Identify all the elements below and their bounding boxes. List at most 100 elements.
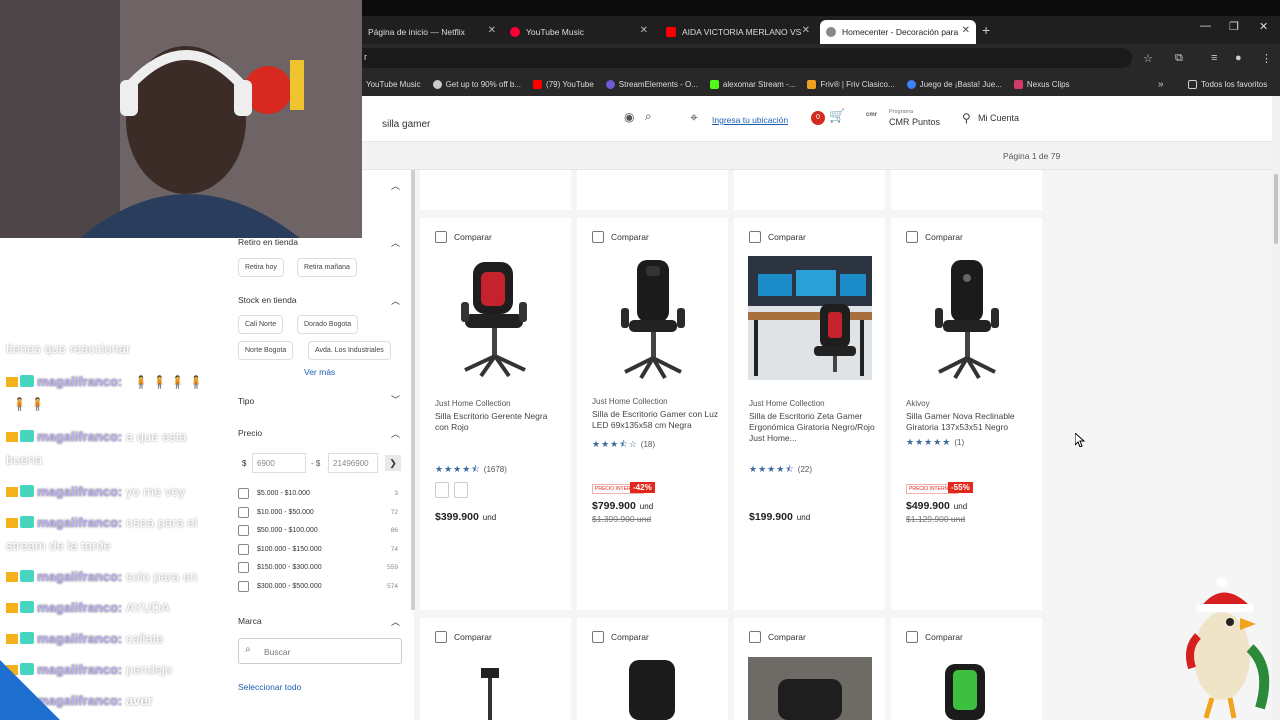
compare-toggle[interactable]: Comparar (906, 231, 963, 243)
product-name[interactable]: Silla de Escritorio Gamer con Luz LED 69… (592, 409, 720, 431)
product-image-office-chair[interactable] (617, 660, 687, 720)
chevron-down-icon[interactable]: ﹀ (391, 393, 400, 406)
new-tab-button[interactable]: + (982, 22, 990, 38)
media-icon[interactable]: ≡ (1211, 52, 1217, 64)
checkbox[interactable] (238, 524, 249, 536)
tab-aida[interactable]: AIDA VICTORIA MERLANO VS ✕ (660, 20, 816, 44)
compare-toggle[interactable]: Comparar (906, 631, 963, 643)
close-window-icon[interactable]: ✕ (1259, 20, 1268, 33)
bookmark-friv[interactable]: Friv® | Friv Clasico... (807, 79, 895, 89)
chip-store[interactable]: Avda. Los Industriales (308, 341, 391, 360)
product-name[interactable]: Silla Escritorio Gerente Negra con Rojo (435, 411, 563, 433)
compare-toggle[interactable]: Comparar (749, 631, 806, 643)
stock-filter-title[interactable]: Stock en tienda (238, 295, 297, 305)
close-tab-icon[interactable]: ✕ (488, 25, 496, 36)
checkbox[interactable] (238, 561, 249, 573)
price-range-option[interactable]: $100.000 - $150.000 74 (238, 541, 398, 557)
chevron-up-icon[interactable]: ︿ (391, 294, 400, 307)
cart-icon[interactable]: 🛒 (829, 108, 845, 124)
price-min-input[interactable]: 6900 (252, 453, 306, 473)
chip-store[interactable]: Norte Bogota (238, 341, 294, 360)
address-bar[interactable]: r (362, 48, 1132, 68)
product-image-green-gamer-chair[interactable] (935, 664, 995, 720)
brand-search-input[interactable]: ⌕ Buscar (238, 638, 402, 664)
close-tab-icon[interactable]: ✕ (962, 25, 970, 36)
product-image-gamer-chair[interactable] (617, 258, 689, 382)
product-name[interactable]: Silla Gamer Nova Reclinable Giratoria 13… (906, 411, 1034, 433)
bookmark-basta[interactable]: Juego de ¡Basta! Jue... (906, 79, 1002, 89)
chevron-up-icon[interactable]: ︿ (391, 615, 400, 628)
checkbox[interactable] (592, 631, 604, 643)
compare-toggle[interactable]: Comparar (592, 231, 649, 243)
chip-store[interactable]: Dorado Bogota (297, 315, 359, 334)
price-range-option[interactable]: $150.000 - $300.000 559 (238, 559, 398, 575)
product-card[interactable]: Comparar (420, 618, 571, 720)
price-filter-title[interactable]: Precio (238, 428, 262, 438)
product-card[interactable] (734, 170, 885, 210)
compare-toggle[interactable]: Comparar (749, 231, 806, 243)
checkbox[interactable] (238, 580, 249, 592)
product-card[interactable] (891, 170, 1042, 210)
checkbox[interactable] (906, 631, 918, 643)
chip-store[interactable]: Cali Norte (238, 315, 284, 334)
select-all-link[interactable]: Seleccionar todo (238, 682, 301, 692)
product-card[interactable]: Comparar Akivoy Silla Gamer Nova Reclina… (891, 218, 1042, 610)
product-card[interactable]: Comparar (577, 618, 728, 720)
product-card[interactable] (420, 170, 571, 210)
checkbox[interactable] (435, 631, 447, 643)
price-max-input[interactable]: 21496900 (328, 453, 378, 473)
checkbox[interactable] (238, 487, 249, 499)
checkbox[interactable] (435, 231, 447, 243)
chip-retira-hoy[interactable]: Retira hoy (238, 258, 284, 277)
tab-youtube-music[interactable]: YouTube Music ✕ (504, 20, 654, 44)
page-scrollbar[interactable] (1272, 96, 1280, 720)
chevron-up-icon[interactable]: ︿ (391, 427, 400, 440)
variant-swatch[interactable] (435, 482, 449, 498)
close-tab-icon[interactable]: ✕ (640, 25, 648, 36)
checkbox[interactable] (592, 231, 604, 243)
tab-netflix[interactable]: Página de inicio — Netflix ✕ (362, 20, 502, 44)
compare-toggle[interactable]: Comparar (435, 231, 492, 243)
price-range-option[interactable]: $300.000 - $500.000 574 (238, 578, 398, 594)
product-card[interactable]: Comparar (734, 618, 885, 720)
product-image-office-chair[interactable] (455, 258, 535, 380)
location-link[interactable]: Ingresa tu ubicación (712, 115, 788, 125)
profile-icon[interactable]: ● (1235, 52, 1242, 64)
camera-icon[interactable]: ◉ (624, 110, 634, 124)
product-image-mesh-chair[interactable] (475, 668, 505, 720)
product-card[interactable]: Comparar Just Home Collection Silla de E… (577, 218, 728, 610)
bookmarks-more[interactable]: » (1158, 79, 1164, 90)
variant-swatch[interactable] (454, 482, 468, 498)
tab-homecenter[interactable]: Homecenter - Decoración para ✕ (820, 20, 976, 44)
page-scrollbar-thumb[interactable] (1274, 174, 1278, 244)
bookmark-streamelements[interactable]: StreamElements - O... (605, 79, 698, 89)
price-range-option[interactable]: $5.000 - $10.000 3 (238, 485, 398, 501)
brand-filter-title[interactable]: Marca (238, 616, 262, 626)
bookmark-nexus[interactable]: Nexus Clips (1013, 79, 1070, 89)
chevron-up-icon[interactable]: ︿ (391, 179, 400, 192)
product-card[interactable]: Comparar Just Home Collection Silla Escr… (420, 218, 571, 610)
product-image-recliner[interactable] (748, 657, 872, 720)
product-name[interactable]: Silla de Escritorio Zeta Gamer Ergonómic… (749, 411, 877, 444)
compare-toggle[interactable]: Comparar (435, 631, 492, 643)
all-favorites[interactable]: Todos los favoritos (1188, 79, 1267, 89)
product-image-gamer-chair[interactable] (931, 258, 1003, 382)
price-range-option[interactable]: $50.000 - $100.000 86 (238, 522, 398, 538)
maximize-icon[interactable]: ❐ (1229, 20, 1239, 33)
menu-icon[interactable]: ⋮ (1261, 52, 1272, 65)
price-apply-arrow-icon[interactable]: ❯ (385, 455, 401, 471)
cmr-points-link[interactable]: CMR Puntos (889, 117, 940, 127)
chevron-up-icon[interactable]: ︿ (391, 236, 400, 249)
account-link[interactable]: Mi Cuenta (978, 113, 1019, 123)
compare-toggle[interactable]: Comparar (592, 631, 649, 643)
bookmark-deal[interactable]: Get up to 90% off b... (432, 79, 521, 89)
star-icon[interactable]: ☆ (1143, 52, 1153, 65)
search-input[interactable]: silla gamer (374, 104, 664, 134)
close-tab-icon[interactable]: ✕ (802, 25, 810, 36)
bookmark-kick[interactable]: alexomar Stream -... (709, 79, 795, 89)
price-range-option[interactable]: $10.000 - $50.000 72 (238, 504, 398, 520)
bookmark-youtube[interactable]: (79) YouTube (533, 79, 594, 89)
filter-scrollbar[interactable] (411, 170, 415, 610)
chip-retira-manana[interactable]: Retira mañana (297, 258, 357, 277)
search-icon[interactable]: ⌕ (645, 109, 652, 124)
